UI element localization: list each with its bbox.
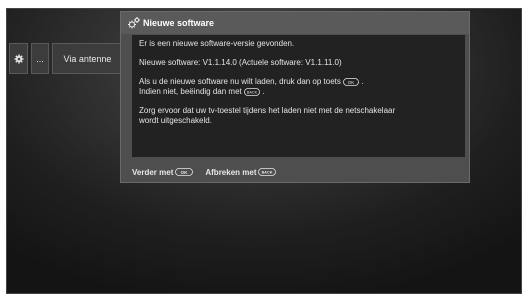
back-key-icon: BACK	[244, 87, 260, 96]
instruction-load-end: .	[361, 77, 364, 86]
dialog-footer: Verder met OK Afbreken met BACK	[132, 166, 288, 178]
ok-key-icon: OK	[175, 168, 194, 176]
menu-source-antenne[interactable]: Via antenne	[52, 43, 123, 74]
cancel-button[interactable]: Afbreken met BACK	[205, 167, 277, 177]
continue-label: Verder met	[132, 167, 174, 177]
gears-icon	[128, 17, 140, 29]
warning-line-1: Zorg ervoor dat uw tv-toestel tijdens he…	[139, 106, 396, 115]
screen: ... Via antenne Nieuwe software Er is ee…	[0, 0, 529, 304]
footer-ok-key-label: OK	[181, 170, 189, 175]
menu-source-label: Via antenne	[63, 53, 112, 64]
message-instructions: Als u de nieuwe software nu wilt laden, …	[139, 77, 458, 97]
cancel-label: Afbreken met	[205, 167, 257, 177]
tv-screen: ... Via antenne Nieuwe software Er is ee…	[6, 8, 522, 294]
continue-button[interactable]: Verder met OK	[132, 167, 194, 177]
ok-key-label: OK	[348, 80, 355, 85]
message-warning: Zorg ervoor dat uw tv-toestel tijdens he…	[139, 106, 458, 126]
message-versions: Nieuwe software: V1.1.14.0 (Actuele soft…	[139, 58, 342, 67]
new-software-dialog: Nieuwe software Er is een nieuwe softwar…	[120, 11, 470, 183]
back-key-icon: BACK	[258, 168, 277, 176]
dialog-header: Nieuwe software	[121, 12, 469, 34]
ok-key-icon: OK	[343, 77, 360, 86]
instruction-cancel: Indien niet, beëindig dan met	[139, 87, 242, 96]
menu-settings[interactable]	[9, 43, 28, 74]
menu-more[interactable]: ...	[31, 43, 49, 74]
menu-more-label: ...	[36, 53, 44, 64]
instruction-load: Als u de nieuwe software nu wilt laden, …	[139, 77, 341, 86]
gear-icon	[14, 54, 23, 63]
dialog-title: Nieuwe software	[143, 18, 215, 28]
warning-line-2: wordt uitgeschakeld.	[139, 116, 212, 125]
instruction-cancel-end: .	[262, 87, 265, 96]
message-found: Er is een nieuwe software-versie gevonde…	[139, 39, 295, 48]
dialog-message-panel: Er is een nieuwe software-versie gevonde…	[132, 35, 465, 157]
back-key-label: BACK	[247, 91, 258, 95]
footer-back-key-label: BACK	[262, 171, 273, 175]
